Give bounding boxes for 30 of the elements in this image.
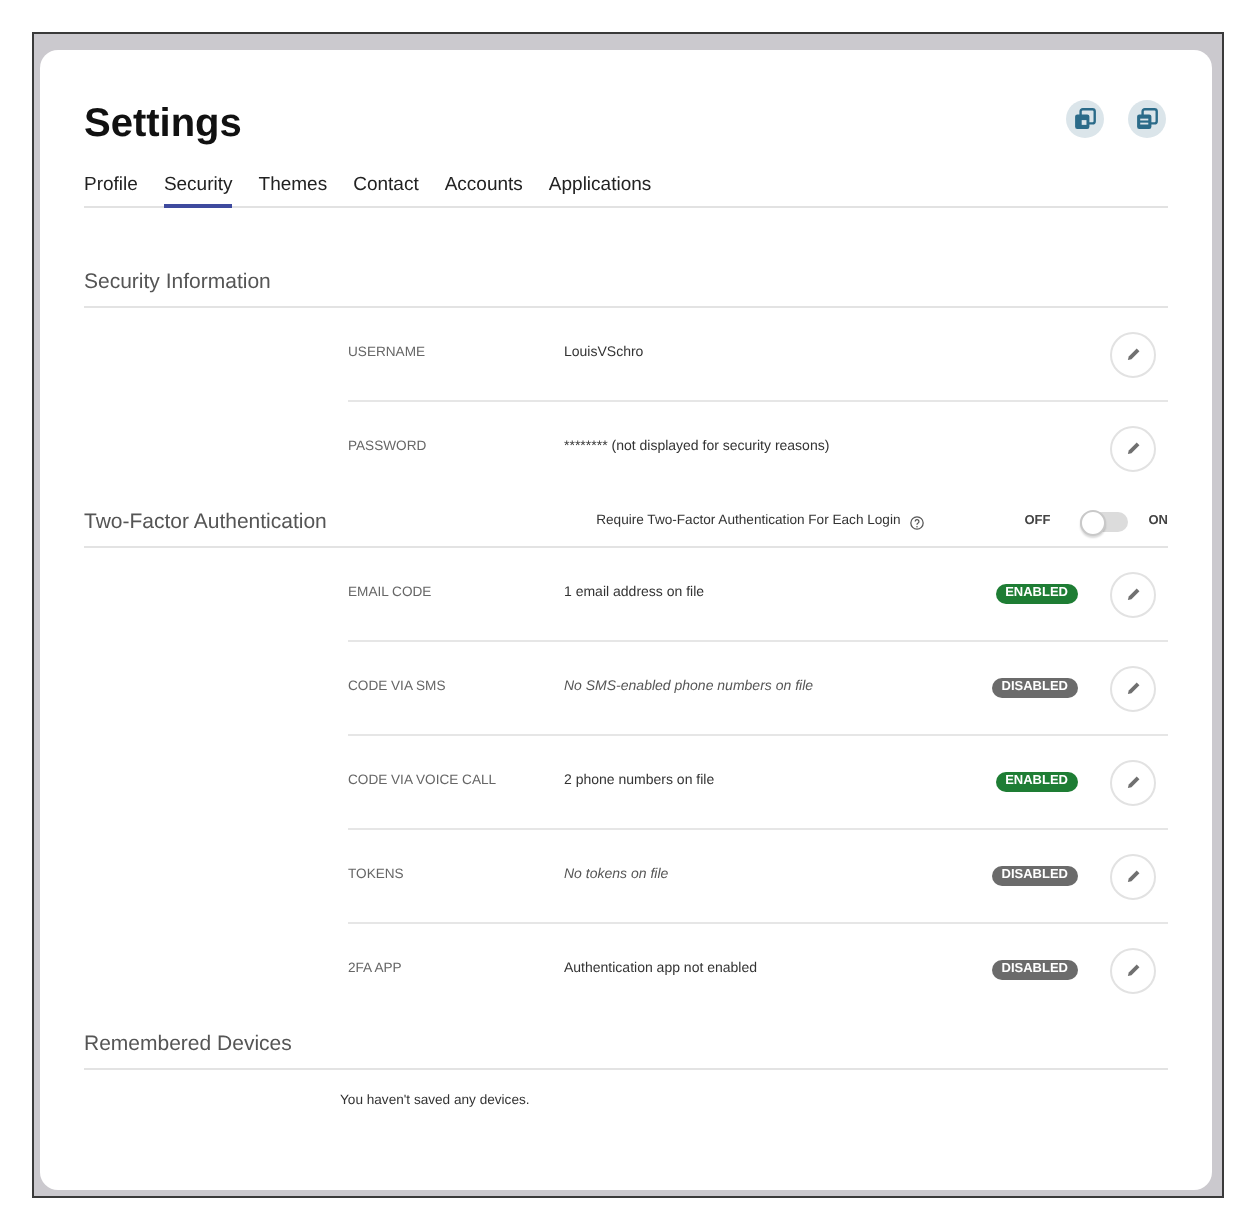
section-title: Security Information xyxy=(84,268,273,296)
toggle-switch[interactable] xyxy=(1080,509,1129,535)
tab[interactable]: Contact xyxy=(353,174,419,208)
pencil-icon xyxy=(1125,346,1141,362)
tab[interactable]: Accounts xyxy=(444,174,523,208)
edit-button[interactable] xyxy=(1110,853,1156,899)
pencil-icon xyxy=(1125,962,1141,978)
edit-button[interactable] xyxy=(1110,571,1156,617)
pencil-icon xyxy=(1125,440,1141,456)
tab[interactable]: Profile xyxy=(84,174,138,208)
window-button[interactable] xyxy=(1066,100,1104,138)
tab[interactable]: Themes xyxy=(258,174,328,208)
pages-button[interactable] xyxy=(1128,100,1166,138)
pencil-icon xyxy=(1125,680,1141,696)
pencil-icon xyxy=(1125,774,1141,790)
stacked-pages-icon xyxy=(1136,108,1158,130)
pencil-icon xyxy=(1125,586,1141,602)
page-title: Settings xyxy=(84,100,244,148)
edit-button[interactable] xyxy=(1110,759,1156,805)
help-icon[interactable] xyxy=(910,515,925,529)
edit-button[interactable] xyxy=(1110,947,1156,993)
edit-button[interactable] xyxy=(1110,331,1156,377)
overlapping-squares-icon xyxy=(1074,108,1096,130)
section-title: Remembered Devices xyxy=(84,1030,294,1058)
edit-button[interactable] xyxy=(1110,425,1156,471)
tab[interactable]: Applications xyxy=(548,174,652,208)
section-title: Two-Factor Authentication xyxy=(84,508,329,536)
tab[interactable]: Security xyxy=(163,174,233,208)
pencil-icon xyxy=(1125,868,1141,884)
edit-button[interactable] xyxy=(1110,665,1156,711)
